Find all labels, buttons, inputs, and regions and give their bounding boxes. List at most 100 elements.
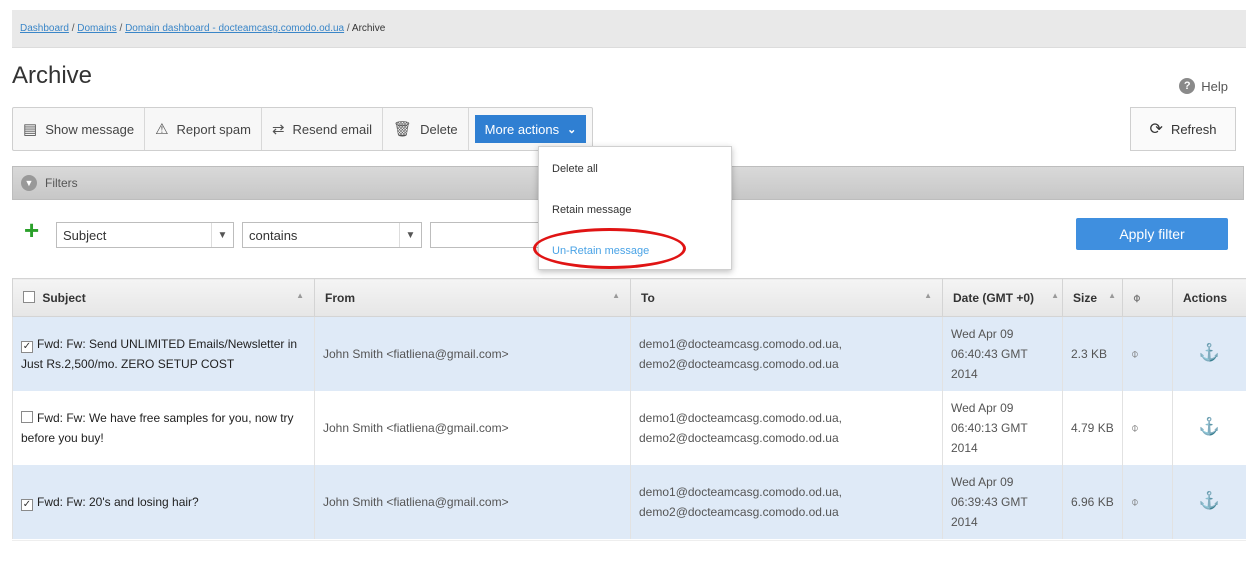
archive-table: Subject ▲ From ▲ To ▲ Date (GMT +0) ▲ Size ▲ … — [12, 278, 1246, 539]
breadcrumb-link-domain-dashboard[interactable]: Domain dashboard - docteamcasg.comodo.od… — [125, 23, 344, 34]
column-header-label: Size — [1073, 290, 1098, 305]
anchor-icon[interactable]: ⚓ — [1199, 343, 1220, 362]
trash-icon: 🗑 — [393, 121, 413, 138]
cell-date: Wed Apr 09 06:40:13 GMT 2014 — [942, 390, 1063, 465]
menu-item-retain-message[interactable]: Retain message — [552, 204, 632, 216]
anchor-icon[interactable]: ⚓ — [1199, 491, 1220, 510]
table-row[interactable]: ✓ Fwd: Fw: Send UNLIMITED Emails/Newslett… — [12, 316, 1246, 391]
cell-to: demo1@docteamcasg.comodo.od.ua, demo2@do… — [630, 464, 943, 539]
help-link[interactable]: ? Help — [1179, 78, 1228, 94]
filter-value-input[interactable] — [430, 222, 550, 248]
column-header-date[interactable]: Date (GMT +0) ▲ — [942, 278, 1063, 317]
sort-icon: ▲ — [612, 291, 620, 300]
more-actions-label: More actions — [484, 121, 560, 137]
paperclip-icon: ⌽ — [1131, 419, 1139, 435]
column-header-label: Subject — [42, 290, 86, 305]
cell-subject: Fwd: Fw: We have free samples for you, n… — [12, 390, 315, 465]
faded-row — [12, 540, 1246, 565]
chevron-down-icon: ⌄ — [567, 123, 577, 136]
delete-button[interactable]: 🗑 Delete — [383, 108, 469, 150]
chevron-down-icon: ▼ — [399, 223, 421, 247]
help-icon: ? — [1179, 78, 1196, 94]
cell-actions: ⚓ — [1172, 464, 1246, 539]
filter-field-value: Subject — [63, 227, 107, 243]
cell-attachment: ⌽ — [1122, 390, 1173, 465]
column-header-label: From — [325, 290, 355, 305]
column-header-size[interactable]: Size ▲ — [1062, 278, 1123, 317]
paperclip-icon: ⌽ — [1131, 493, 1139, 509]
table-header-row: Subject ▲ From ▲ To ▲ Date (GMT +0) ▲ Size ▲ … — [12, 278, 1246, 317]
cell-to: demo1@docteamcasg.comodo.od.ua, demo2@do… — [630, 390, 943, 465]
cell-subject: ✓ Fwd: Fw: Send UNLIMITED Emails/Newslett… — [12, 316, 315, 391]
cell-size: 6.96 KB — [1062, 464, 1123, 539]
cell-actions: ⚓ — [1172, 316, 1246, 391]
column-header-subject[interactable]: Subject ▲ — [12, 278, 315, 317]
cell-date: Wed Apr 09 06:40:43 GMT 2014 — [942, 316, 1063, 391]
paperclip-icon: ⌽ — [1133, 289, 1141, 305]
breadcrumb-link-dashboard[interactable]: Dashboard — [20, 23, 69, 34]
sort-icon: ▲ — [1108, 291, 1116, 300]
subject-text: Fwd: Fw: 20's and losing hair? — [37, 494, 199, 509]
more-actions-wrap: More actions ⌄ — [469, 108, 593, 150]
cell-attachment: ⌽ — [1122, 464, 1173, 539]
help-label: Help — [1201, 78, 1228, 94]
column-header-from[interactable]: From ▲ — [314, 278, 631, 317]
refresh-label: Refresh — [1170, 121, 1217, 137]
row-checkbox[interactable] — [21, 410, 33, 423]
page-title: Archive — [12, 62, 93, 89]
column-header-label: Actions — [1183, 290, 1228, 305]
resend-email-button[interactable]: ⇄ Resend email — [262, 108, 384, 150]
sort-icon: ▲ — [924, 291, 932, 300]
show-message-button[interactable]: ▤ Show message — [13, 108, 146, 150]
menu-item-delete-all[interactable]: Delete all — [552, 163, 598, 175]
sort-icon: ▲ — [296, 291, 304, 300]
collapse-icon: ▼ — [21, 175, 37, 191]
table-row[interactable]: Fwd: Fw: We have free samples for you, n… — [12, 390, 1246, 465]
cell-attachment: ⌽ — [1122, 316, 1173, 391]
column-header-label: Date (GMT +0) — [953, 290, 1035, 305]
paperclip-icon: ⌽ — [1131, 345, 1139, 361]
breadcrumb-separator: / — [68, 23, 78, 34]
cell-from: John Smith <fiatliena@gmail.com> — [314, 464, 631, 539]
apply-filter-button[interactable]: Apply filter — [1076, 218, 1228, 250]
select-all-checkbox[interactable] — [23, 290, 35, 303]
cell-size: 4.79 KB — [1062, 390, 1123, 465]
report-spam-button[interactable]: ⚠ Report spam — [145, 108, 262, 150]
filter-field-select[interactable]: Subject ▼ — [56, 222, 234, 248]
warning-icon: ⚠ — [155, 121, 169, 138]
filter-operator-value: contains — [249, 227, 298, 243]
add-filter-icon[interactable]: + — [24, 217, 39, 243]
chevron-down-icon: ▼ — [211, 223, 233, 247]
breadcrumb-link-domains[interactable]: Domains — [77, 23, 116, 34]
cell-to: demo1@docteamcasg.comodo.od.ua, demo2@do… — [630, 316, 943, 391]
resend-icon: ⇄ — [271, 121, 285, 138]
refresh-icon: ⟳ — [1149, 121, 1163, 138]
cell-subject: ✓ Fwd: Fw: 20's and losing hair? — [12, 464, 315, 539]
column-header-to[interactable]: To ▲ — [630, 278, 943, 317]
breadcrumb-separator: / — [344, 23, 352, 34]
breadcrumb-separator: / — [116, 23, 126, 34]
row-checkbox[interactable]: ✓ — [21, 340, 33, 353]
filter-operator-select[interactable]: contains ▼ — [242, 222, 422, 248]
more-actions-button[interactable]: More actions ⌄ — [474, 115, 587, 143]
resend-email-label: Resend email — [292, 121, 373, 137]
cell-from: John Smith <fiatliena@gmail.com> — [314, 390, 631, 465]
cell-from: John Smith <fiatliena@gmail.com> — [314, 316, 631, 391]
subject-text: Fwd: Fw: Send UNLIMITED Emails/Newslette… — [21, 336, 298, 371]
message-icon: ▤ — [23, 121, 38, 138]
delete-label: Delete — [420, 121, 458, 137]
anchor-icon[interactable]: ⚓ — [1199, 417, 1220, 436]
report-spam-label: Report spam — [176, 121, 251, 137]
column-header-label: To — [641, 290, 655, 305]
filters-label: Filters — [45, 176, 78, 190]
menu-item-un-retain-message[interactable]: Un-Retain message — [552, 245, 649, 257]
more-actions-menu: Delete all Retain message Un-Retain mess… — [538, 146, 732, 270]
refresh-button[interactable]: ⟳ Refresh — [1130, 107, 1236, 151]
column-header-attachment[interactable]: ⌽ — [1122, 278, 1173, 317]
breadcrumb: Dashboard / Domains / Domain dashboard -… — [12, 10, 1246, 48]
cell-date: Wed Apr 09 06:39:43 GMT 2014 — [942, 464, 1063, 539]
breadcrumb-current: Archive — [351, 23, 386, 34]
sort-icon: ▲ — [1051, 291, 1059, 300]
table-row[interactable]: ✓ Fwd: Fw: 20's and losing hair? John Smi… — [12, 464, 1246, 539]
row-checkbox[interactable]: ✓ — [21, 498, 33, 511]
